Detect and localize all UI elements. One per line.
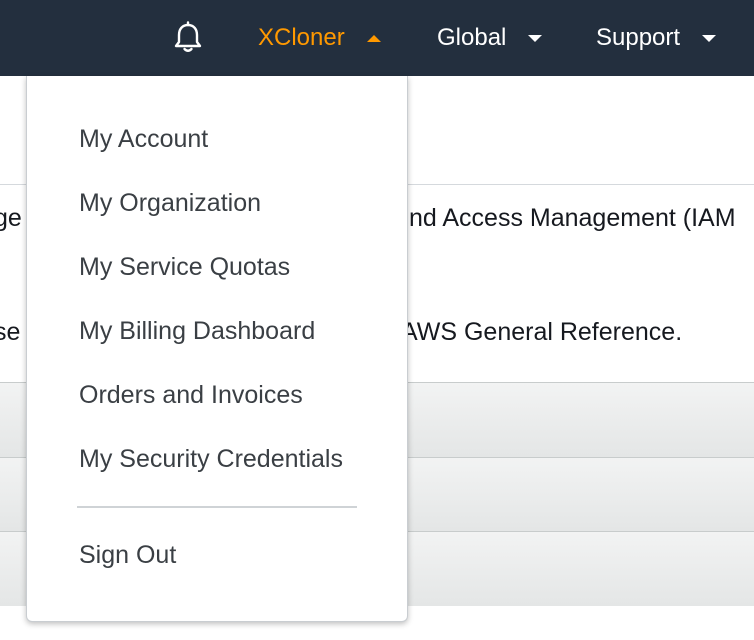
bell-icon[interactable]	[170, 20, 206, 56]
support-menu-toggle[interactable]: Support	[596, 0, 717, 76]
menu-divider	[77, 506, 357, 508]
menu-item-my-account[interactable]: My Account	[79, 124, 208, 154]
menu-item-my-billing-dashboard[interactable]: My Billing Dashboard	[79, 316, 315, 346]
region-menu-label: Global	[437, 24, 507, 51]
menu-item-my-security-credentials[interactable]: My Security Credentials	[79, 444, 343, 474]
console-page: XCloner Global Support ge nd Access Mana…	[0, 0, 754, 640]
menu-item-my-organization[interactable]: My Organization	[79, 188, 261, 218]
top-nav-bar: XCloner Global Support	[0, 0, 754, 76]
account-dropdown-menu: My Account My Organization My Service Qu…	[26, 76, 408, 622]
support-menu-label: Support	[596, 24, 681, 51]
account-menu-toggle[interactable]: XCloner	[258, 0, 381, 76]
caret-up-icon	[366, 34, 381, 42]
body-text-fragment: AWS General Reference.	[401, 318, 683, 346]
account-menu-label: XCloner	[258, 24, 345, 51]
region-menu-toggle[interactable]: Global	[437, 0, 543, 76]
body-text-fragment: nd Access Management (IAM	[409, 204, 736, 232]
menu-item-orders-and-invoices[interactable]: Orders and Invoices	[79, 380, 303, 410]
body-text-fragment: ge	[0, 204, 22, 232]
caret-down-icon	[702, 34, 717, 42]
caret-down-icon	[528, 34, 543, 42]
sign-out-button[interactable]: Sign Out	[79, 540, 176, 570]
menu-item-my-service-quotas[interactable]: My Service Quotas	[79, 252, 290, 282]
body-text-fragment: se	[0, 318, 21, 346]
